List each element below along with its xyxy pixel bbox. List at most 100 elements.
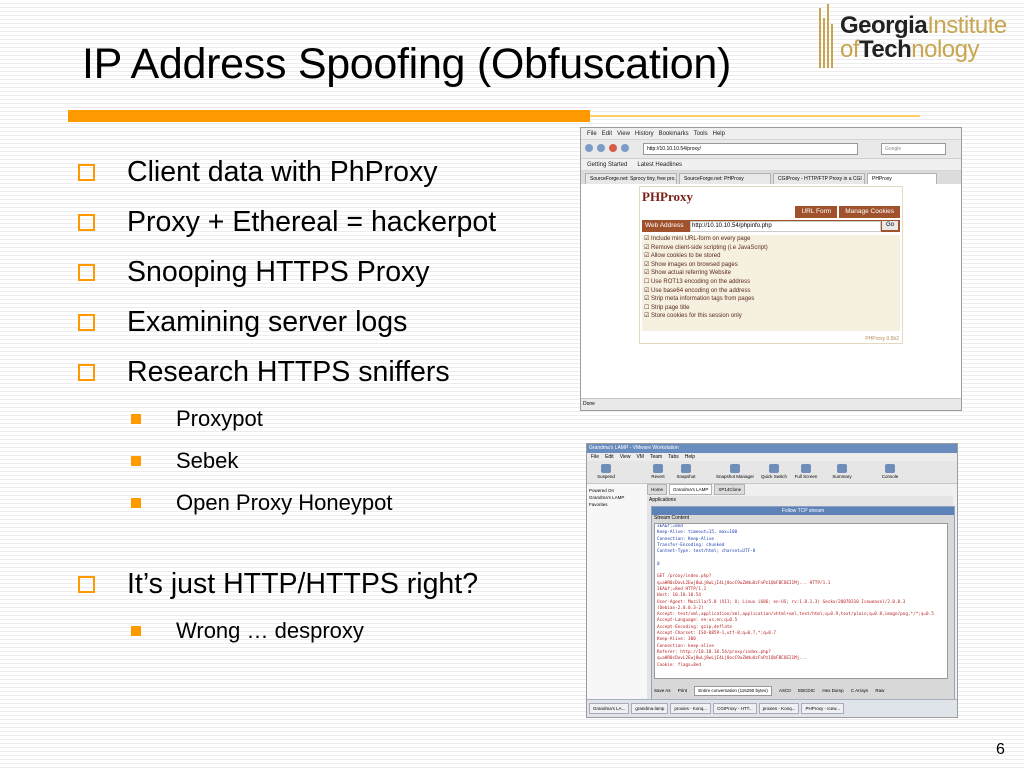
browser-tab-active: PHProxy — [867, 173, 937, 184]
revert-icon — [653, 464, 663, 473]
phproxy-panel: PHProxy URL Form Manage Cookies Web Addr… — [639, 186, 903, 344]
hollow-square-bullet-icon — [78, 314, 95, 331]
browser-tab: SourceForge.net: Sprocy tiny, free pro..… — [585, 173, 677, 184]
hollow-square-bullet-icon — [78, 264, 95, 281]
bullet-item: Client data with PhProxy — [76, 152, 576, 202]
phproxy-tabs: URL Form Manage Cookies — [795, 206, 900, 218]
browser-status-bar: Done — [581, 398, 961, 410]
browser-content: PHProxy URL Form Manage Cookies Web Addr… — [581, 184, 961, 398]
vmware-tcp-stream-screenshot: Grandma's LAMP - VMware Workstation File… — [586, 443, 958, 718]
stream-line: User-Agent: Mozilla/5.0 (X11; U; Linux i… — [657, 599, 906, 605]
bullet-item: It’s just HTTP/HTTPS right? — [76, 564, 576, 614]
format-option: ASCII — [779, 688, 791, 693]
browser-tabs: SourceForge.net: Sprocy tiny, free pro..… — [581, 171, 961, 185]
stream-content-label: Stream Content — [654, 515, 690, 521]
vmware-sidebar: Powered On Grandma's LAMP Favorites — [587, 484, 650, 705]
page-number: 6 — [996, 741, 1005, 758]
sub-bullet-item: Open Proxy Honeypot — [76, 486, 576, 528]
format-option: Hex Dump — [822, 688, 844, 693]
save-as-button: Save As — [654, 688, 671, 693]
phproxy-option: ☐ Strip page title — [644, 304, 690, 311]
phproxy-option: ☑ Allow cookies to be stored — [644, 253, 721, 260]
print-button: Print — [677, 688, 688, 693]
filled-square-bullet-icon — [131, 456, 141, 466]
sub-bullet-item: Sebek — [76, 444, 576, 486]
snapshot-manager-icon — [730, 464, 740, 473]
filled-square-bullet-icon — [131, 626, 141, 636]
vm-tab: Home — [647, 484, 668, 495]
phproxy-browser-screenshot: File Edit View History Bookmarks Tools H… — [580, 127, 962, 411]
hollow-square-bullet-icon — [78, 364, 95, 381]
follow-tcp-stream-window: Follow TCP stream Stream Content 3EA&f;=… — [651, 506, 955, 701]
taskbar-item: proxies - Konq... — [758, 703, 800, 714]
forward-icon — [597, 144, 605, 152]
phproxy-logo: PHProxy — [642, 189, 694, 204]
georgia-tech-logo: GeorgiaInstitute ofTechnology — [818, 4, 1018, 70]
phproxy-option: ☑ Show actual referring Website — [644, 270, 731, 277]
toolbar-item: Full Screen — [791, 464, 821, 479]
filled-square-bullet-icon — [131, 414, 141, 424]
hollow-square-bullet-icon — [78, 164, 95, 181]
phproxy-address-input: http://10.10.10.54/phpinfo.php — [690, 221, 881, 232]
taskbar-item: grandma-lamp — [631, 703, 669, 714]
hollow-square-bullet-icon — [78, 214, 95, 231]
toolbar-item: Console — [875, 464, 905, 479]
stream-content: 3EA&f;=8ed Keep-Alive: timeout=15, max=10… — [654, 523, 948, 679]
title-rule — [68, 110, 590, 122]
browser-url-field: http://10.10.10.54/proxy/ — [643, 143, 858, 155]
bullet-item: Examining server logs — [76, 302, 576, 352]
snapshot-icon — [681, 464, 691, 473]
vmware-titlebar: Grandma's LAMP - VMware Workstation — [587, 444, 957, 453]
conversation-select: Entire conversation (115290 bytes) — [694, 686, 772, 696]
bookmarks-bar: Getting Started Latest Headlines — [581, 159, 961, 171]
quick-switch-icon — [769, 464, 779, 473]
phproxy-options: ☑ Include mini URL-form on every page ☑ … — [642, 235, 900, 331]
toolbar-item: Quick Switch — [759, 464, 789, 479]
bullet-list: Client data with PhProxy Proxy + Etherea… — [76, 152, 576, 656]
back-icon — [585, 144, 593, 152]
vm-tabs: Home Grandma's LAMP XP14Clone — [647, 484, 746, 495]
vmware-menubar: File Edit View VM Team Tabs Help — [587, 453, 957, 461]
tcp-window-title: Follow TCP stream — [652, 507, 954, 515]
applications-menu: Applications — [649, 497, 676, 503]
toolbar-item: Suspend — [591, 464, 621, 479]
phproxy-address-bar: Web Address http://10.10.10.54/phpinfo.p… — [642, 220, 900, 232]
guest-taskbar: Grandma's LA... grandma-lamp proxies - K… — [587, 699, 957, 717]
phproxy-option: ☑ Show images on browsed pages — [644, 261, 738, 268]
taskbar-item: CGIProxy - HTT... — [713, 703, 757, 714]
browser-tab: SourceForge.net: PHProxy — [679, 173, 771, 184]
vm-tab: XP14Clone — [714, 484, 746, 495]
logo-bars-icon — [819, 4, 833, 68]
toolbar-item: Snapshot — [671, 464, 701, 479]
toolbar-item: Summary — [827, 464, 857, 479]
format-option: C Arrays — [850, 688, 869, 693]
console-icon — [885, 464, 895, 473]
bullet-item: Research HTTPS sniffers — [76, 352, 576, 402]
phproxy-option: ☐ Use ROT13 encoding on the address — [644, 278, 751, 285]
full-screen-icon — [801, 464, 811, 473]
browser-menubar: File Edit View History Bookmarks Tools H… — [581, 128, 961, 140]
phproxy-version: PHProxy 0.5b2 — [865, 336, 899, 342]
hollow-square-bullet-icon — [78, 576, 95, 593]
manage-cookies-tab: Manage Cookies — [839, 206, 900, 218]
home-icon — [621, 144, 629, 152]
phproxy-option: ☑ Use base64 encoding on the address — [644, 287, 751, 294]
taskbar-item: PHProxy - Icew... — [801, 703, 844, 714]
browser-tab: CGIProxy - HTTP/FTP Proxy in a CGI ... — [773, 173, 865, 184]
stop-icon — [609, 144, 617, 152]
format-option: EBCDIC — [798, 688, 816, 693]
taskbar-item: Grandma's LA... — [589, 703, 630, 714]
vmware-toolbar: Suspend Revert Snapshot Snapshot Manager… — [587, 461, 957, 484]
browser-navbar: http://10.10.10.54/proxy/ Google — [581, 140, 961, 159]
phproxy-option: ☑ Include mini URL-form on every page — [644, 236, 751, 242]
sub-bullet-item: Proxypot — [76, 402, 576, 444]
tcp-stream-controls: Save As Print Entire conversation (11529… — [654, 685, 950, 697]
taskbar-item: proxies - Konq... — [670, 703, 712, 714]
format-option: Raw — [875, 688, 885, 693]
bullet-item: Proxy + Ethereal = hackerpot — [76, 202, 576, 252]
slide-title: IP Address Spoofing (Obfuscation) — [82, 40, 732, 88]
suspend-icon — [601, 464, 611, 473]
filled-square-bullet-icon — [131, 498, 141, 508]
phproxy-option: ☑ Strip meta information tags from pages — [644, 296, 755, 303]
sub-bullet-item: Wrong … desproxy — [76, 614, 576, 656]
